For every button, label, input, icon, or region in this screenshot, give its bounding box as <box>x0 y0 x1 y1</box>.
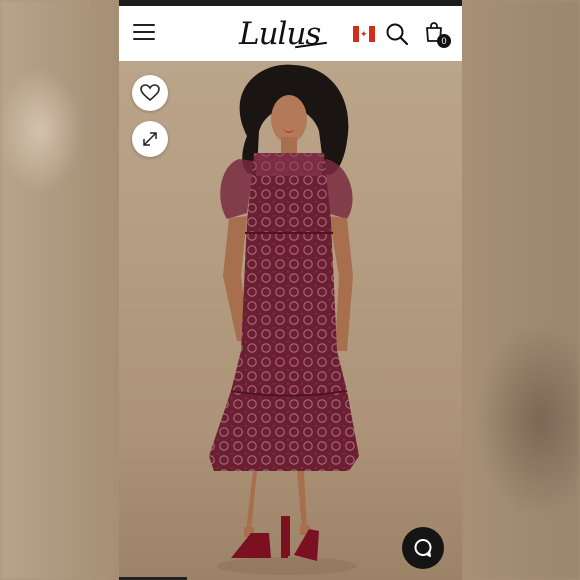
lulus-logo[interactable]: Lulus <box>239 14 349 54</box>
shopping-bag-icon[interactable]: 0 <box>424 21 451 51</box>
expand-icon[interactable] <box>132 121 168 157</box>
favorite-heart-icon[interactable] <box>132 75 168 111</box>
mobile-page: Lulus ✦ 0 <box>119 0 462 580</box>
chat-bubble-icon[interactable] <box>402 527 444 569</box>
cart-count-badge: 0 <box>437 34 451 48</box>
canada-flag-icon[interactable]: ✦ <box>353 26 375 42</box>
product-image[interactable] <box>119 61 462 580</box>
search-icon[interactable] <box>385 22 409 46</box>
site-header: Lulus ✦ 0 <box>119 6 462 62</box>
hamburger-menu-icon[interactable] <box>133 24 155 42</box>
